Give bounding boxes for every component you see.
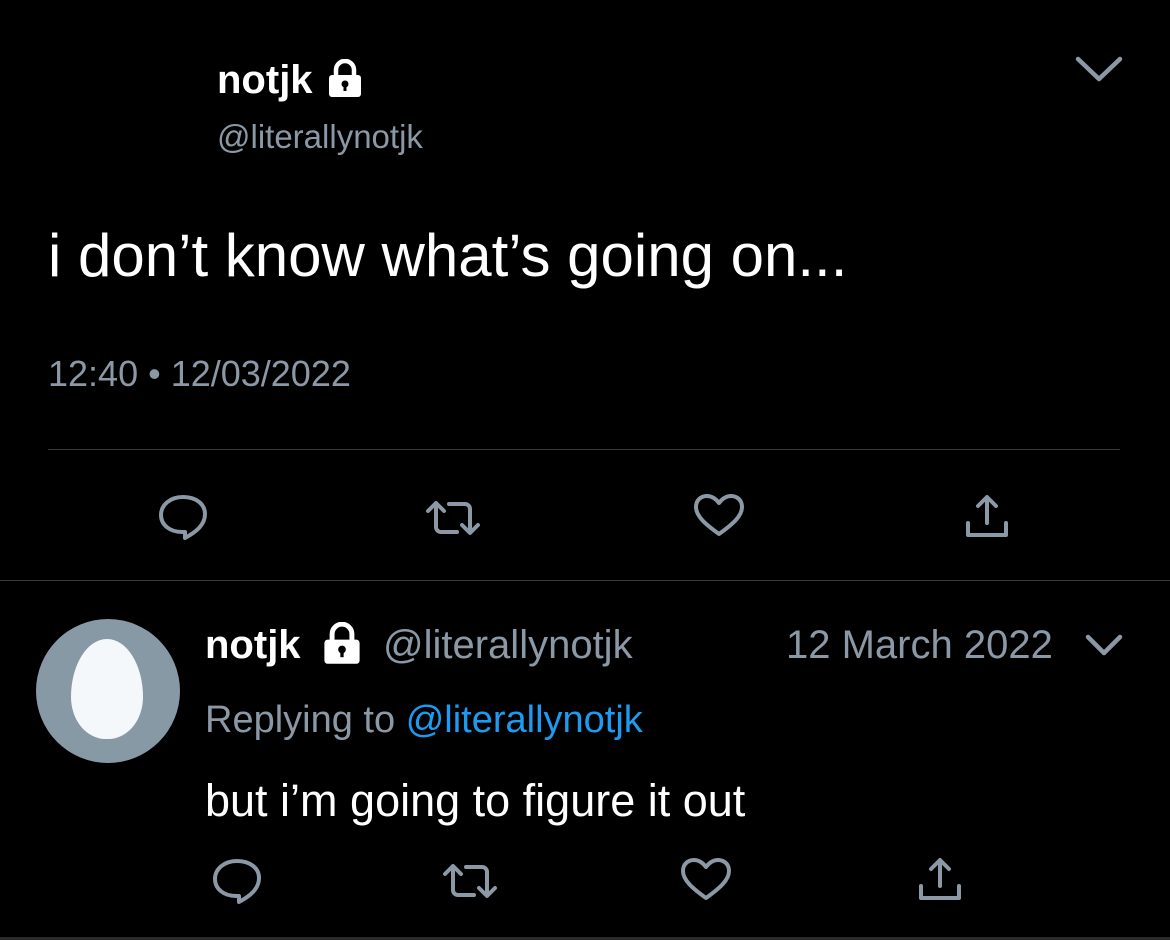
lock-icon (320, 622, 364, 666)
main-timestamp[interactable]: 12:40 • 12/03/2022 (48, 352, 351, 396)
avatar[interactable] (36, 619, 180, 763)
reply-tweet-text: but i’m going to figure it out (205, 775, 746, 826)
divider (48, 449, 1120, 450)
main-display-name[interactable]: notjk (217, 55, 313, 105)
main-tweet-text: i don’t know what’s going on... (48, 222, 848, 289)
like-icon[interactable] (692, 492, 746, 540)
reply-icon[interactable] (210, 856, 264, 906)
reply-handle[interactable]: @literallynotjk (383, 620, 633, 670)
reply-icon[interactable] (156, 492, 210, 542)
replying-mention-link[interactable]: @literallynotjk (406, 699, 643, 741)
reply-date[interactable]: 12 March 2022 (786, 620, 1053, 670)
lock-icon (326, 59, 364, 99)
share-icon[interactable] (916, 856, 964, 904)
replying-to-label: Replying to @literallynotjk (205, 696, 643, 744)
retweet-icon[interactable] (441, 858, 499, 904)
retweet-icon[interactable] (424, 495, 482, 541)
replying-prefix: Replying to (205, 699, 396, 741)
chevron-down-icon[interactable] (1084, 632, 1124, 658)
chevron-down-icon[interactable] (1074, 54, 1124, 84)
main-handle[interactable]: @literallynotjk (217, 117, 423, 157)
egg-avatar-icon (71, 639, 143, 739)
share-icon[interactable] (963, 493, 1011, 541)
divider (0, 580, 1170, 581)
like-icon[interactable] (679, 856, 733, 904)
reply-display-name[interactable]: notjk (205, 620, 301, 670)
